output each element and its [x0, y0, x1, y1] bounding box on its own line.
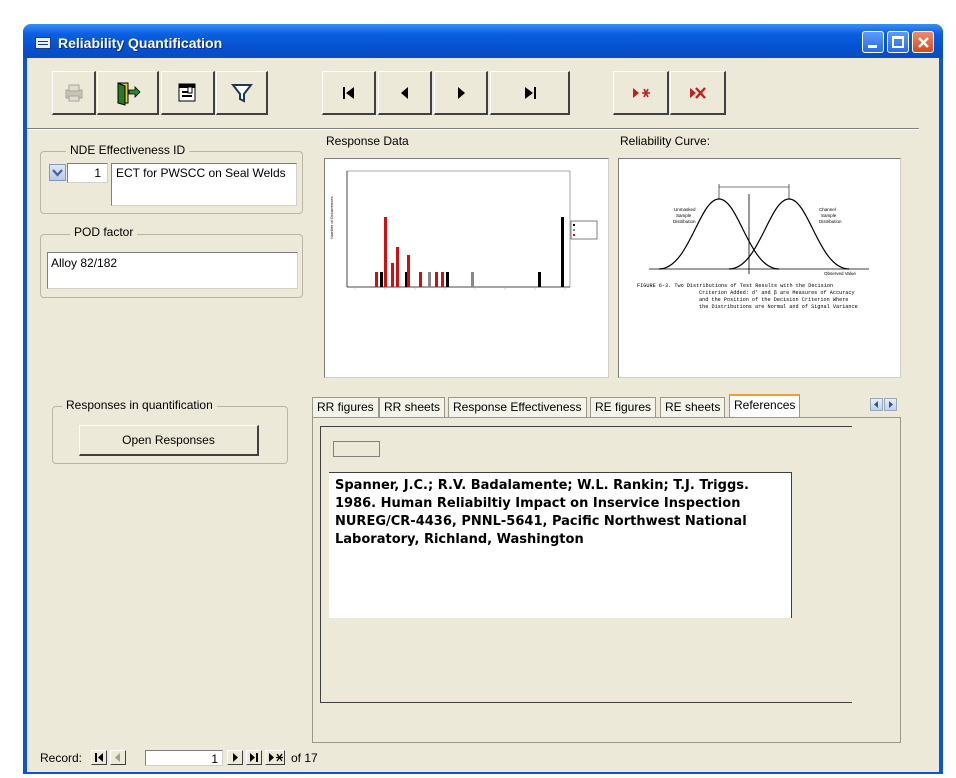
- record-total-label: of 17: [291, 751, 318, 765]
- prev-record-icon: [115, 753, 120, 762]
- distribution-curves-image: Unmasked Sample Distribution Channel Sam…: [637, 184, 869, 310]
- maximize-button[interactable]: [887, 31, 909, 53]
- next-record-icon: [233, 753, 238, 762]
- open-responses-button[interactable]: Open Responses: [79, 425, 259, 456]
- minimize-button[interactable]: [862, 31, 884, 53]
- close-form-button[interactable]: [97, 71, 159, 115]
- observed-value-label: Observed Value: [824, 271, 856, 276]
- delete-record-button[interactable]: [670, 71, 726, 115]
- panel-bottom-line: [320, 702, 852, 703]
- form-view-icon: [178, 83, 195, 101]
- svg-text:Number of Occurrences: Number of Occurrences: [329, 197, 334, 239]
- close-button[interactable]: [912, 31, 934, 53]
- first-record-button[interactable]: [322, 71, 376, 115]
- tab-scroll-right-button[interactable]: [884, 398, 897, 411]
- nde-group-legend: NDE Effectiveness ID: [66, 143, 190, 157]
- left-distribution-label-2: Sample: [676, 213, 692, 218]
- last-record-button[interactable]: [490, 71, 570, 115]
- figure-caption-line-4: the Distributions are Normal and of Sign…: [699, 304, 858, 310]
- right-distribution-label-3: Distribution: [819, 219, 842, 224]
- record-label: Record:: [40, 751, 83, 765]
- responses-group-legend: Responses in quantification: [62, 398, 217, 412]
- right-distribution-label-1: Channel: [819, 207, 836, 212]
- toolbar-divider: [27, 128, 919, 130]
- right-distribution-label-2: Sample: [821, 213, 837, 218]
- nde-name-field[interactable]: ECT for PWSCC on Seal Welds: [111, 163, 297, 206]
- reference-id-field[interactable]: [333, 441, 380, 457]
- response-histogram-image: Number of Occurrences: [329, 170, 598, 290]
- last-record-icon: [250, 753, 258, 762]
- panel-top-line: [320, 426, 852, 427]
- tab-response-effectiveness[interactable]: Response Effectiveness: [448, 397, 587, 417]
- new-record-icon: [632, 87, 650, 98]
- tab-rr-figures[interactable]: RR figures: [312, 397, 379, 417]
- tab-references[interactable]: References: [729, 394, 801, 418]
- print-button[interactable]: [52, 71, 96, 115]
- tab-re-figures[interactable]: RE figures: [590, 397, 657, 417]
- next-record-button[interactable]: [434, 71, 488, 115]
- tab-scroll-left-button[interactable]: [870, 398, 883, 411]
- form-view-button[interactable]: [161, 71, 215, 115]
- window-title: Reliability Quantification: [58, 35, 223, 51]
- tab-re-sheets[interactable]: RE sheets: [660, 397, 726, 417]
- first-record-icon: [95, 753, 103, 762]
- figure-caption-line-2: Criterion Added: d' and β are Measures o…: [699, 290, 855, 296]
- record-selector[interactable]: [49, 164, 66, 181]
- record-number-field[interactable]: 1: [145, 750, 223, 766]
- left-distribution-label-3: Distribution: [673, 219, 696, 224]
- nav-previous-button[interactable]: [110, 750, 126, 765]
- left-distribution-label-1: Unmasked: [674, 207, 696, 212]
- filter-button[interactable]: [216, 71, 268, 115]
- pod-factor-field[interactable]: Alloy 82/182: [47, 252, 298, 289]
- exit-door-icon: [117, 81, 141, 106]
- pod-group-legend: POD factor: [70, 225, 138, 239]
- chevron-down-icon: [52, 169, 63, 177]
- response-data-label: Response Data: [326, 134, 409, 148]
- scroll-right-icon: [889, 401, 893, 408]
- print-icon: [65, 84, 82, 101]
- tab-rr-sheets[interactable]: RR sheets: [379, 397, 446, 417]
- nav-new-record-button[interactable]: [265, 750, 285, 765]
- figure-caption-line-3: and the Position of the Decision Criteri…: [699, 297, 848, 303]
- form-icon: [35, 37, 51, 49]
- nav-next-button[interactable]: [227, 750, 243, 765]
- nav-first-button[interactable]: [91, 750, 107, 765]
- prev-record-icon: [400, 86, 408, 99]
- delete-record-icon: [689, 86, 706, 99]
- nav-last-button[interactable]: [246, 750, 262, 765]
- response-data-image: Number of Occurrences: [324, 158, 609, 378]
- scroll-left-icon: [874, 401, 878, 408]
- new-record-icon: [269, 753, 283, 762]
- new-record-button[interactable]: [613, 71, 669, 115]
- reference-text-field[interactable]: Spanner, J.C.; R.V. Badalamente; W.L. Ra…: [329, 472, 792, 618]
- reliability-curve-image: Unmasked Sample Distribution Channel Sam…: [618, 158, 901, 378]
- nde-id-field[interactable]: 1: [67, 163, 108, 183]
- figure-caption-line-1: FIGURE 6-3. Two Distributions of Test Re…: [637, 283, 833, 289]
- first-record-icon: [342, 86, 354, 99]
- filter-icon: [230, 83, 253, 103]
- reliability-curve-label: Reliability Curve:: [620, 134, 711, 148]
- panel-left-line: [320, 426, 321, 703]
- last-record-icon: [524, 86, 536, 99]
- previous-record-button[interactable]: [378, 71, 432, 115]
- next-record-icon: [457, 86, 465, 99]
